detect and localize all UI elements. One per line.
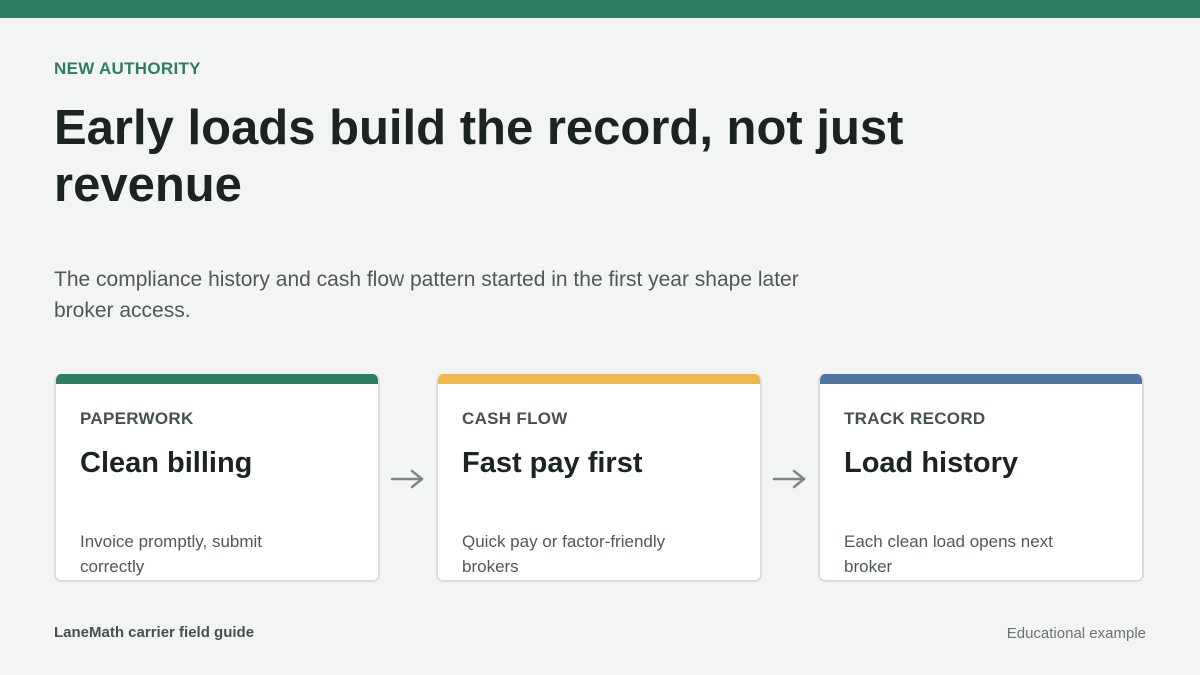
page-subtitle: The compliance history and cash flow pat… bbox=[54, 268, 799, 322]
card-eyebrow: PAPERWORK bbox=[80, 409, 194, 428]
card-eyebrow: CASH FLOW bbox=[462, 409, 568, 428]
card-title: Clean billing bbox=[80, 447, 253, 479]
card-description: Quick pay or factor-friendly brokers bbox=[462, 532, 666, 576]
card-accent-bar bbox=[820, 374, 1142, 384]
page-title: Early loads build the record, not just r… bbox=[54, 101, 904, 212]
card-description: Invoice promptly, submit correctly bbox=[80, 532, 263, 576]
card-accent-bar bbox=[438, 374, 760, 384]
top-accent-bar bbox=[0, 0, 1200, 18]
footer-brand: LaneMath carrier field guide bbox=[54, 624, 255, 641]
card-title: Load history bbox=[844, 447, 1019, 479]
card-description: Each clean load opens next broker bbox=[844, 532, 1053, 576]
page-eyebrow: NEW AUTHORITY bbox=[54, 59, 201, 78]
footer-note: Educational example bbox=[1006, 625, 1146, 642]
card-track-record: TRACK RECORD Load history Each clean loa… bbox=[818, 374, 1144, 582]
card-title: Fast pay first bbox=[462, 447, 643, 479]
arrow-right-icon bbox=[390, 469, 424, 489]
card-cash-flow: CASH FLOW Fast pay first Quick pay or fa… bbox=[436, 374, 762, 582]
card-paperwork: PAPERWORK Clean billing Invoice promptly… bbox=[54, 374, 380, 582]
card-accent-bar bbox=[56, 374, 378, 384]
card-eyebrow: TRACK RECORD bbox=[844, 409, 986, 428]
arrow-right-icon bbox=[772, 469, 806, 489]
